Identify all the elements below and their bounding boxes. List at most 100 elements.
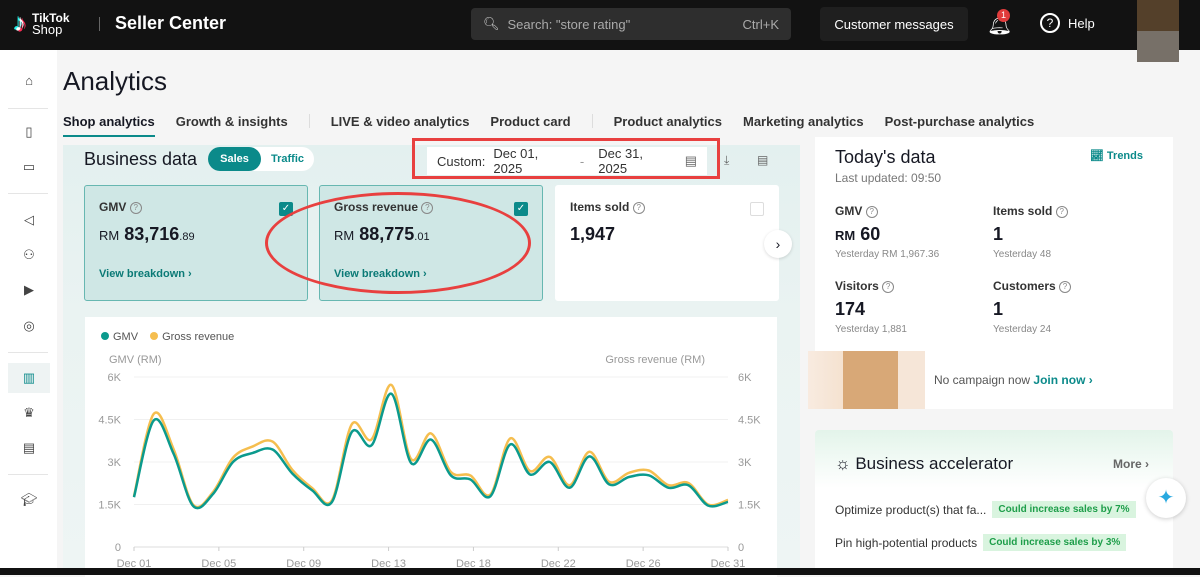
today-items-sold: Items sold ? 1 Yesterday 48	[993, 204, 1143, 260]
sales-traffic-toggle: Sales Traffic	[208, 147, 314, 171]
divider	[8, 193, 48, 194]
ai-assistant-sparkle-icon[interactable]: ✦	[1146, 478, 1186, 518]
search-input[interactable]: 🔍︎ Search: "store rating" Ctrl+K	[471, 8, 791, 40]
stat-value: 174	[835, 299, 866, 319]
customer-messages-button[interactable]: Customer messages	[820, 7, 968, 41]
join-now-link[interactable]: Join now ›	[1033, 373, 1092, 387]
info-icon[interactable]: ?	[129, 201, 142, 214]
page-title: Analytics	[63, 66, 168, 96]
stat-yesterday: Yesterday RM 1,967.36	[835, 249, 940, 260]
gmv-label: GMV	[99, 200, 127, 214]
academy-icon[interactable]: 🎓︎	[19, 490, 39, 510]
help-label: Help	[1068, 15, 1095, 31]
creators-icon[interactable]: ⚇	[19, 245, 39, 265]
download-icon[interactable]: ⤓	[724, 153, 729, 168]
tab-growth-insights[interactable]: Growth & insights	[176, 114, 288, 137]
help-button[interactable]: ? Help	[1040, 13, 1095, 33]
next-metrics-button[interactable]: ›	[764, 230, 792, 258]
y-tick-left: 1.5K	[98, 500, 121, 512]
y-tick-right: 6K	[738, 372, 752, 384]
divider	[99, 17, 100, 31]
last-updated: Last updated: 09:50	[835, 171, 942, 185]
items-sold-card[interactable]: Items sold ? 1,947	[555, 185, 779, 301]
info-icon[interactable]: ?	[865, 205, 878, 218]
trophy-icon[interactable]: ♛	[19, 403, 39, 423]
avatar[interactable]	[1137, 0, 1179, 62]
series-line-gmv	[132, 392, 729, 510]
stat-value: 1	[993, 299, 1004, 319]
line-chart: GMV (RM) Gross revenue (RM) 0 0 1.5K 1.5K 3K 3K…	[98, 354, 761, 570]
report-icon[interactable]: ▤	[757, 153, 768, 167]
stat-value: 1	[993, 224, 1004, 244]
today-customers: Customers ? 1 Yesterday 24	[993, 279, 1143, 335]
todays-data-panel: Today's data Last updated: 09:50 📈︎ Tren…	[815, 137, 1173, 352]
home-icon[interactable]: ⌂	[19, 71, 39, 91]
trends-link[interactable]: 📈︎ Trends	[1090, 149, 1143, 162]
rewards-icon[interactable]: ◎	[19, 316, 39, 336]
y-tick-left: 3K	[108, 457, 122, 469]
series-line-gross-revenue	[132, 383, 729, 509]
search-shortcut: Ctrl+K	[742, 16, 779, 32]
gmv-value: 83,716	[124, 224, 180, 244]
business-data-title: Business data	[84, 149, 198, 169]
divider	[8, 474, 48, 475]
info-icon[interactable]: ?	[882, 280, 895, 293]
stat-label: Customers	[993, 279, 1056, 293]
brand-bottom: Shop	[32, 22, 63, 37]
stat-yesterday: Yesterday 1,881	[835, 324, 907, 335]
divider	[8, 108, 48, 109]
info-icon[interactable]: ?	[632, 201, 645, 214]
taskbar	[0, 568, 1200, 575]
video-icon[interactable]: ▶	[19, 280, 39, 300]
accelerator-item[interactable]: Optimize product(s) that fa... Could incr…	[835, 501, 1136, 518]
info-icon[interactable]: ?	[1059, 280, 1072, 293]
products-icon[interactable]: ▭	[19, 157, 39, 177]
traffic-toggle[interactable]: Traffic	[261, 147, 314, 171]
tab-product-card[interactable]: Product card	[490, 114, 570, 137]
sales-toggle[interactable]: Sales	[208, 147, 261, 171]
items-sold-checkbox[interactable]	[750, 202, 764, 216]
divider	[8, 352, 48, 353]
items-sold-label: Items sold	[570, 200, 630, 214]
gross-revenue-checkbox[interactable]: ✓	[514, 202, 528, 216]
divider	[591, 114, 593, 128]
today-visitors: Visitors ? 174 Yesterday 1,881	[835, 279, 985, 335]
item-text: Pin high-potential products	[835, 535, 978, 550]
gmv-decimals: .89	[179, 231, 195, 243]
y-axis-label-left: GMV (RM)	[109, 354, 162, 366]
currency: RM	[99, 228, 120, 243]
finance-icon[interactable]: ▤	[19, 438, 39, 458]
tab-shop-analytics[interactable]: Shop analytics	[63, 114, 155, 137]
item-text: Optimize product(s) that fa...	[835, 502, 987, 517]
tab-marketing-analytics[interactable]: Marketing analytics	[743, 114, 864, 137]
accelerator-title: Business accelerator	[855, 454, 1014, 473]
tab-live-video-analytics[interactable]: LIVE & video analytics	[331, 114, 470, 137]
orders-icon[interactable]: ▯	[19, 122, 39, 142]
trend-chart-icon: 📈︎	[1089, 150, 1104, 162]
stat-label: Visitors	[835, 279, 879, 293]
tiktok-shop-logo[interactable]: ♪ TikTok Shop	[14, 10, 70, 38]
y-tick-left: 0	[115, 542, 121, 554]
info-icon[interactable]: ?	[1055, 205, 1068, 218]
items-sold-value: 1,947	[570, 224, 616, 244]
divider	[308, 114, 310, 128]
tab-product-analytics[interactable]: Product analytics	[614, 114, 722, 137]
view-breakdown-link[interactable]: View breakdown ›	[99, 268, 192, 280]
tiktok-logo-icon: ♪	[14, 10, 26, 37]
item-tag: Could increase sales by 3%	[983, 534, 1127, 551]
top-bar: ♪ TikTok Shop Seller Center 🔍︎ Search: "s…	[0, 0, 1200, 62]
sidebar: ⌂ ▯ ▭ ◁ ⚇ ▶ ◎ ▥ ♛ ▤ 🎓︎	[0, 50, 57, 575]
analytics-icon[interactable]: ▥	[8, 363, 50, 393]
more-link[interactable]: More ›	[1113, 457, 1149, 471]
gmv-chart: GMV Gross revenue GMV (RM) Gross revenue …	[85, 317, 777, 577]
campaign-banner: No campaign now Join now ›	[808, 351, 1173, 409]
app-title: Seller Center	[115, 13, 227, 33]
y-tick-right: 4.5K	[738, 415, 761, 427]
stat-label: GMV	[835, 204, 863, 218]
stat-label: Items sold	[993, 204, 1053, 218]
stat-yesterday: Yesterday 48	[993, 249, 1052, 260]
notification-badge: 1	[997, 9, 1010, 22]
accelerator-item[interactable]: Pin high-potential products Could increas…	[835, 534, 1127, 551]
marketing-icon[interactable]: ◁	[19, 210, 39, 230]
tab-post-purchase-analytics[interactable]: Post-purchase analytics	[885, 114, 1035, 137]
